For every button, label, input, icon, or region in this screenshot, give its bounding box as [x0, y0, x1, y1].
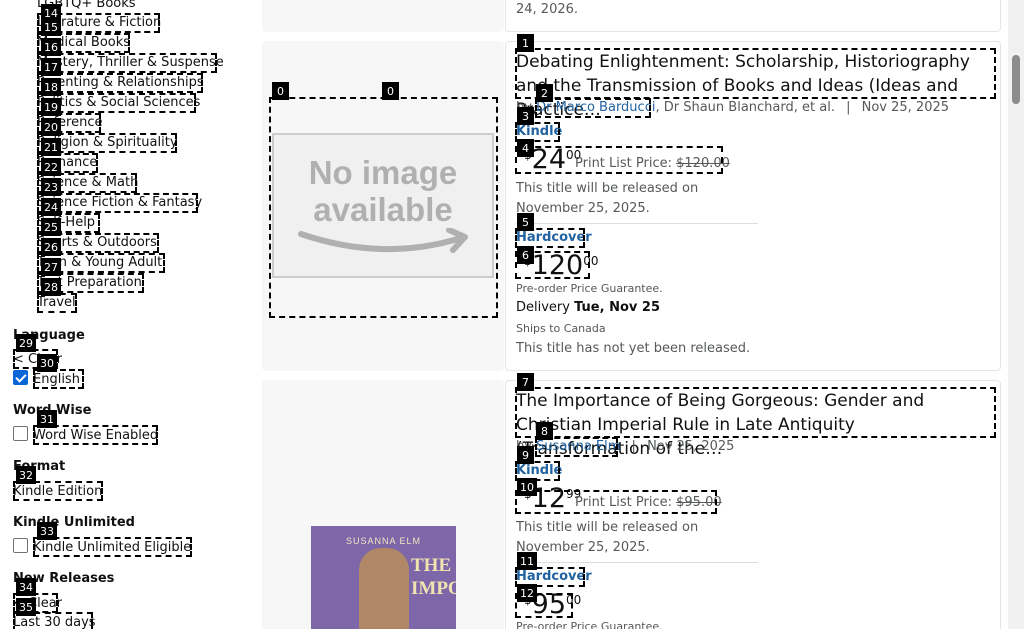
mark-0-right: 0: [382, 82, 399, 100]
divider: [516, 562, 758, 563]
result-1-other-authors: , Dr Shaun Blanchard, et al.: [655, 100, 835, 115]
print-list-value: $95.00: [676, 495, 722, 510]
category-link-mystery[interactable]: Mystery, Thriller & Suspense: [37, 53, 224, 73]
last-30-days-link[interactable]: Last 30 days: [13, 614, 96, 629]
category-link-politics[interactable]: Politics & Social Sciences: [37, 93, 200, 113]
mark-29: 29: [16, 334, 36, 352]
mark-0-left: 0: [272, 82, 289, 100]
no-image-line-2: available: [313, 190, 453, 228]
previous-result-card: [505, 0, 1001, 32]
delivery-date: Tue, Nov 25: [574, 300, 660, 315]
mark-2: 2: [536, 84, 553, 102]
word-wise-checkbox[interactable]: [13, 426, 28, 441]
mark-8: 8: [536, 422, 553, 440]
result-1-kindle-format-link[interactable]: Kindle: [516, 123, 562, 140]
result-2-author-link[interactable]: Susanna Elm: [536, 439, 620, 454]
mark-19: 19: [41, 98, 61, 116]
result-2-kindle-format-link[interactable]: Kindle: [516, 462, 562, 479]
result-2-kindle-release-note: This title will be released on November …: [516, 520, 699, 555]
result-1-kindle-release-note: This title will be released on November …: [516, 181, 699, 216]
smile-arrow-icon: [298, 227, 468, 253]
mark-33: 33: [37, 522, 57, 540]
divider: [516, 223, 758, 224]
print-list-label: Print List Price:: [575, 495, 672, 510]
mark-11: 11: [517, 552, 537, 570]
mark-23: 23: [41, 178, 61, 196]
no-image-line-1: No image: [308, 153, 458, 191]
mark-7: 7: [517, 373, 534, 391]
price-whole: 120: [531, 250, 584, 281]
english-option-label[interactable]: English: [33, 371, 80, 388]
result-1-date: Nov 25, 2025: [861, 100, 950, 115]
result-1-preorder-guarantee: Pre-order Price Guarantee.: [516, 282, 663, 295]
kindle-edition-link[interactable]: Kindle Edition: [13, 483, 102, 500]
price-whole: 24: [531, 144, 566, 175]
page-scrollbar-thumb[interactable]: [1012, 55, 1020, 104]
mark-32: 32: [16, 466, 36, 484]
result-1-hardcover-format-link[interactable]: Hardcover: [516, 229, 592, 246]
kindle-unlimited-option-label[interactable]: Kindle Unlimited Eligible: [33, 539, 191, 556]
kindle-unlimited-heading: Kindle Unlimited: [13, 515, 135, 530]
mark-35: 35: [16, 598, 36, 616]
mark-5: 5: [517, 213, 534, 231]
category-link-parenting[interactable]: Parenting & Relationships: [37, 73, 204, 93]
mark-24: 24: [41, 198, 61, 216]
previous-release-note: 24, 2026.: [516, 2, 579, 17]
cover-title-line-1: THE: [411, 555, 452, 576]
category-link-travel[interactable]: Travel: [37, 293, 76, 313]
result-1-hardcover-price[interactable]: $12000: [524, 251, 598, 281]
result-2-hardcover-format-link[interactable]: Hardcover: [516, 568, 592, 585]
mark-4: 4: [517, 139, 534, 157]
mark-27: 27: [41, 258, 61, 276]
mark-17: 17: [41, 58, 61, 76]
mark-22: 22: [41, 158, 61, 176]
price-fraction: 00: [583, 254, 599, 268]
result-1-delivery: Delivery Tue, Nov 25: [516, 299, 660, 317]
mark-30: 30: [37, 354, 57, 372]
cover-title-line-2: IMPORTANCE: [411, 578, 456, 599]
result-1-author-link[interactable]: Dr Marco Barducci: [536, 100, 655, 115]
result-1-print-list-price: Print List Price: $120.00: [575, 156, 730, 172]
mark-1: 1: [517, 34, 534, 52]
kindle-unlimited-checkbox[interactable]: [13, 538, 28, 553]
search-results-page: LGBTQ+ Books Literature & Fiction Medica…: [0, 0, 1024, 629]
delivery-label: Delivery: [516, 300, 570, 315]
mark-3: 3: [517, 107, 534, 125]
result-2-print-list-price: Print List Price: $95.00: [575, 495, 722, 511]
mark-26: 26: [41, 238, 61, 256]
byline-separator: |: [846, 100, 851, 115]
cover-portrait: [359, 548, 409, 629]
previous-result-image-tile: [262, 0, 504, 32]
result-2-cover-image[interactable]: SUSANNA ELM THE IMPORTANCE: [311, 526, 456, 629]
category-link-scifi-fantasy[interactable]: Science Fiction & Fantasy: [37, 193, 202, 213]
price-fraction: 00: [566, 593, 582, 607]
mark-16: 16: [41, 38, 61, 56]
mark-20: 20: [41, 118, 61, 136]
no-image-placeholder[interactable]: No image available: [272, 133, 494, 278]
mark-12: 12: [517, 584, 537, 602]
mark-18: 18: [41, 78, 61, 96]
byline-separator: |: [631, 439, 636, 454]
result-2-date: Nov 25, 2025: [647, 439, 735, 454]
cover-author-text: SUSANNA ELM: [345, 536, 422, 546]
mark-31: 31: [37, 410, 57, 428]
print-list-label: Print List Price:: [575, 156, 672, 171]
result-1-byline: by Dr Marco Barducci, Dr Shaun Blanchard…: [516, 99, 949, 117]
mark-25: 25: [41, 218, 61, 236]
mark-10: 10: [517, 478, 537, 496]
mark-21: 21: [41, 138, 61, 156]
mark-28: 28: [41, 278, 61, 296]
result-2-preorder-guarantee: Pre-order Price Guarantee.: [516, 620, 663, 629]
result-2-byline: by Susanna Elm | Nov 25, 2025: [516, 438, 734, 456]
cover-title-text: THE IMPORTANCE: [411, 554, 456, 600]
mark-34: 34: [16, 578, 36, 596]
mark-9: 9: [517, 446, 534, 464]
result-1-ships-to: Ships to Canada: [516, 322, 606, 335]
word-wise-option-label[interactable]: Word Wise Enabled: [33, 427, 158, 444]
mark-6: 6: [517, 246, 534, 264]
mark-15: 15: [41, 18, 61, 36]
print-list-value: $120.00: [676, 156, 730, 171]
english-checkbox[interactable]: [13, 370, 28, 385]
result-1-not-released-note: This title has not yet been released.: [516, 341, 751, 356]
